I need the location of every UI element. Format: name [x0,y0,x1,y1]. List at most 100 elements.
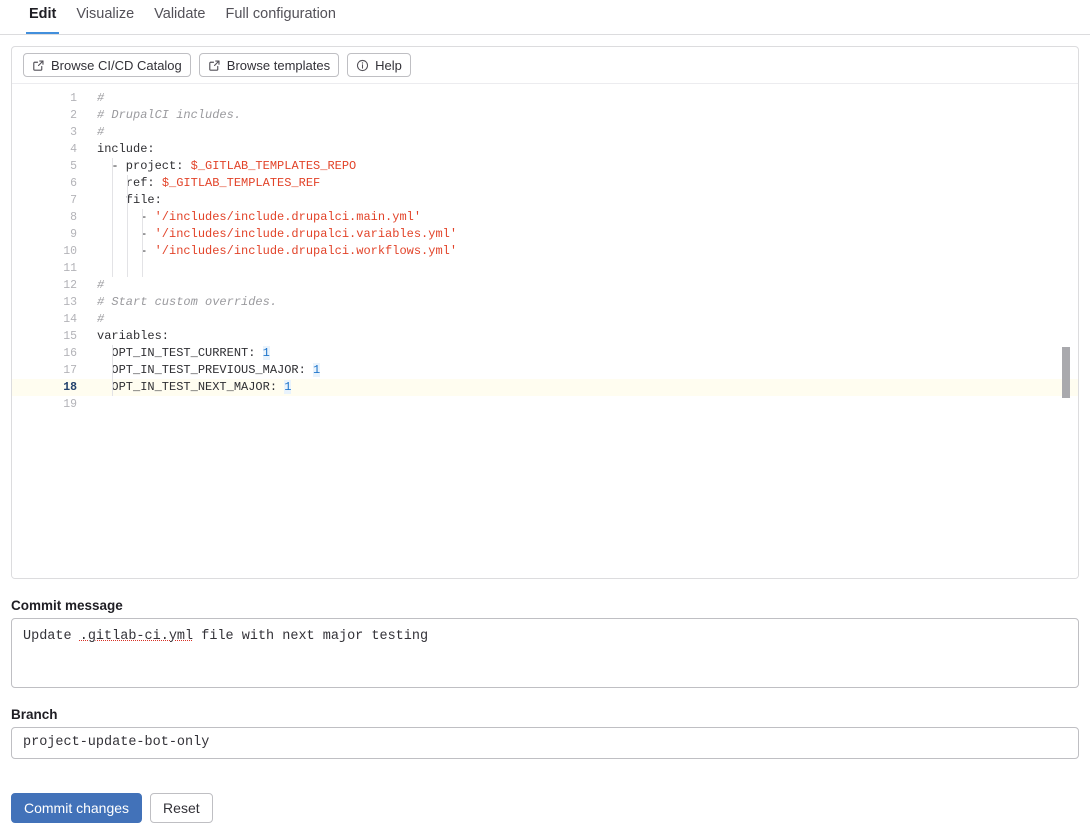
code-token-comment: # [97,91,104,105]
yaml-code-editor[interactable]: 1#2# DrupalCI includes.3#4include:5 - pr… [12,84,1078,578]
code-line: 14 # [12,311,1078,328]
code-token-val: $_GITLAB_TEMPLATES_REF [162,176,320,190]
form-actions: Commit changes Reset [11,793,213,823]
code-line: 17 OPT_IN_TEST_PREVIOUS_MAJOR: 1 [12,362,1078,379]
code-token-comment: # [97,312,104,326]
line-number: 6 [12,175,77,192]
code-token-key: - [97,227,155,241]
code-token-comment: # DrupalCI includes. [97,108,241,122]
indent-guide [127,175,128,277]
code-line-text: OPT_IN_TEST_NEXT_MAJOR: 1 [97,379,291,396]
code-token-key: ref: [97,176,162,190]
reset-button[interactable]: Reset [150,793,213,823]
line-number: 19 [12,396,77,413]
line-number: 18 [12,379,77,396]
code-line-text: # Start custom overrides. [97,294,277,311]
code-line-text: - '/includes/include.drupalci.main.yml' [97,209,421,226]
indent-guide [112,158,113,277]
external-link-icon [32,59,45,72]
line-number: 8 [12,209,77,226]
branch-label: Branch [11,707,58,722]
code-line: 7 file: [12,192,1078,209]
line-number: 3 [12,124,77,141]
line-number: 15 [12,328,77,345]
code-line-text: OPT_IN_TEST_CURRENT: 1 [97,345,270,362]
code-token-key: include: [97,142,155,156]
line-number: 4 [12,141,77,158]
code-line-text: include: [97,141,155,158]
code-token-key: - [97,210,155,224]
code-line-text: # DrupalCI includes. [97,107,241,124]
commit-changes-button[interactable]: Commit changes [11,793,142,823]
code-token-key: OPT_IN_TEST_PREVIOUS_MAJOR: [97,363,313,377]
code-line-text: variables: [97,328,169,345]
tab-list: Edit Visualize Validate Full configurati… [0,0,1090,35]
code-line: 15 variables: [12,328,1078,345]
code-line: 2 # DrupalCI includes. [12,107,1078,124]
browse-templates-label: Browse templates [227,58,330,73]
browse-cicd-catalog-button[interactable]: Browse CI/CD Catalog [23,53,191,77]
code-line: 12 # [12,277,1078,294]
code-line: 9 - '/includes/include.drupalci.variable… [12,226,1078,243]
help-label: Help [375,58,402,73]
commit-message-label: Commit message [11,598,123,613]
line-number: 2 [12,107,77,124]
indent-guide [112,345,113,396]
code-line-text: # [97,277,104,294]
line-number: 1 [12,90,77,107]
tab-edit-label: Edit [29,6,56,22]
browse-cicd-catalog-label: Browse CI/CD Catalog [51,58,182,73]
code-token-num: 1 [263,346,270,360]
editor-toolbar: Browse CI/CD Catalog Browse templates [12,47,1078,84]
code-line-text: - '/includes/include.drupalci.variables.… [97,226,457,243]
commit-message-input[interactable]: Update .gitlab-ci.yml file with next maj… [11,618,1079,688]
code-line: 8 - '/includes/include.drupalci.main.yml… [12,209,1078,226]
branch-input[interactable]: project-update-bot-only [11,727,1079,759]
editor-vertical-scrollbar[interactable] [1062,347,1070,398]
code-token-val: $_GITLAB_TEMPLATES_REPO [191,159,357,173]
help-button[interactable]: Help [347,53,411,77]
code-token-key: variables: [97,329,169,343]
code-line-text: ref: $_GITLAB_TEMPLATES_REF [97,175,320,192]
tab-full-configuration-label: Full configuration [226,6,336,22]
line-number: 12 [12,277,77,294]
code-token-comment: # Start custom overrides. [97,295,277,309]
line-number: 17 [12,362,77,379]
tab-visualize-label: Visualize [76,6,134,22]
code-line: 18 OPT_IN_TEST_NEXT_MAJOR: 1 [12,379,1078,396]
tab-edit[interactable]: Edit [19,0,66,34]
commit-message-filename: .gitlab-ci.yml [80,629,193,644]
code-line: 3# [12,124,1078,141]
line-number: 10 [12,243,77,260]
code-line-text: OPT_IN_TEST_PREVIOUS_MAJOR: 1 [97,362,320,379]
browse-templates-button[interactable]: Browse templates [199,53,339,77]
code-line-text: # [97,311,104,328]
code-line-text: # [97,90,104,107]
code-line: 4 include: [12,141,1078,158]
tab-visualize[interactable]: Visualize [66,0,144,34]
external-link-icon [208,59,221,72]
line-number: 7 [12,192,77,209]
code-token-num: 1 [284,380,291,394]
code-token-num: 1 [313,363,320,377]
commit-message-suffix: file with next major testing [193,629,428,644]
tab-validate[interactable]: Validate [144,0,215,34]
line-number: 14 [12,311,77,328]
tab-full-configuration[interactable]: Full configuration [216,0,346,34]
code-line: 16 OPT_IN_TEST_CURRENT: 1 [12,345,1078,362]
line-number: 11 [12,260,77,277]
code-line: 5 - project: $_GITLAB_TEMPLATES_REPO [12,158,1078,175]
code-token-key: - [97,244,155,258]
line-number: 9 [12,226,77,243]
code-line-text: file: [97,192,162,209]
line-number: 16 [12,345,77,362]
info-circle-icon [356,59,369,72]
code-line-text: # [97,124,104,141]
line-number: 13 [12,294,77,311]
code-token-comment: # [97,278,104,292]
code-token-key: OPT_IN_TEST_CURRENT: [97,346,263,360]
code-line: 11 [12,260,1078,277]
code-line: 10 - '/includes/include.drupalci.workflo… [12,243,1078,260]
editor-tab-bar: Edit Visualize Validate Full configurati… [0,0,1090,35]
ci-editor-panel: Browse CI/CD Catalog Browse templates [11,46,1079,579]
